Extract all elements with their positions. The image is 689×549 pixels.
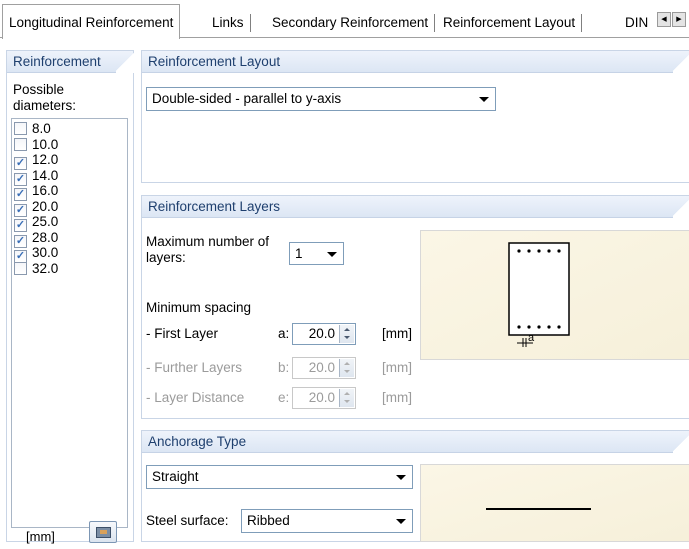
reinforcement-layout-panel: Reinforcement Layout Double-sided - para… — [141, 50, 689, 183]
chevron-down-icon — [479, 97, 489, 102]
min-spacing-label: Minimum spacing — [146, 300, 252, 315]
layers-preview: a — [420, 230, 689, 360]
diameter-item[interactable]: ✓ 25.0 — [14, 214, 59, 232]
arrow-right-icon: ▶ — [676, 16, 682, 23]
diameter-checkbox[interactable] — [14, 122, 27, 135]
first-layer-symbol: a: — [278, 326, 290, 341]
image-edit-icon — [96, 527, 111, 538]
first-layer-label: - First Layer — [146, 326, 219, 341]
tab-links[interactable]: Links — [206, 14, 251, 32]
first-layer-spinner[interactable]: 20.0 — [292, 323, 356, 345]
first-layer-value: 20.0 — [308, 326, 335, 341]
diameter-item[interactable]: 32.0 — [14, 261, 58, 276]
max-layers-value: 1 — [295, 246, 303, 261]
steel-surface-value: Ribbed — [247, 513, 290, 528]
anchorage-preview — [420, 464, 689, 542]
diameter-item[interactable]: 8.0 — [14, 121, 51, 136]
anchorage-header: Anchorage Type — [142, 431, 689, 453]
layer-distance-value: 20.0 — [308, 390, 335, 405]
tab-reinforcement-layout[interactable]: Reinforcement Layout — [437, 14, 583, 32]
diameter-item[interactable]: ✓ 30.0 — [14, 245, 59, 263]
layer-distance-spinner: 20.0 — [292, 387, 356, 409]
spin-down-icon — [344, 370, 350, 373]
steel-surface-label: Steel surface: — [146, 513, 229, 528]
diameter-value: 28.0 — [32, 229, 59, 245]
further-layers-unit: [mm] — [382, 360, 412, 375]
reinforcement-layers-header-label: Reinforcement Layers — [148, 199, 281, 214]
reinforcement-layout-header-label: Reinforcement Layout — [148, 54, 281, 69]
spinner-buttons — [339, 359, 354, 377]
cross-section-diagram: a — [508, 242, 570, 347]
spin-down-icon — [344, 400, 350, 403]
further-layers-value: 20.0 — [308, 360, 335, 375]
tab-longitudinal-reinforcement[interactable]: Longitudinal Reinforcement — [2, 4, 181, 39]
reinforcement-layers-header: Reinforcement Layers — [142, 196, 689, 218]
spin-up-icon — [344, 392, 350, 395]
dimension-a-label: a — [528, 332, 535, 344]
possible-diameters-label: Possible diameters: — [13, 82, 77, 113]
anchorage-type-select[interactable]: Straight — [146, 465, 413, 489]
unit-label: [mm] — [26, 529, 55, 544]
straight-bar-diagram — [486, 508, 591, 510]
chevron-down-icon — [396, 475, 406, 480]
layer-distance-symbol: e: — [278, 390, 290, 405]
max-layers-label: Maximum number of layers: — [146, 234, 270, 265]
diameter-item[interactable]: ✓ 28.0 — [14, 229, 59, 248]
diameter-value: 25.0 — [32, 214, 59, 229]
further-layers-label: - Further Layers — [146, 360, 243, 375]
reinforcement-header-label: Reinforcement — [13, 54, 101, 69]
layer-distance-unit: [mm] — [382, 390, 412, 405]
anchorage-header-label: Anchorage Type — [148, 434, 247, 449]
reinforcement-layout-header: Reinforcement Layout — [142, 51, 689, 73]
chevron-down-icon — [396, 519, 406, 524]
tab-scroll-right-button[interactable]: ▶ — [672, 12, 686, 27]
steel-surface-select[interactable]: Ribbed — [241, 509, 413, 533]
spin-up-icon[interactable] — [344, 328, 350, 331]
layer-distance-label: - Layer Distance — [146, 390, 245, 405]
further-layers-symbol: b: — [278, 360, 290, 375]
chevron-down-icon — [327, 252, 337, 257]
layout-select-value: Double-sided - parallel to y-axis — [152, 91, 342, 106]
diameter-item[interactable]: ✓ 12.0 — [14, 152, 59, 170]
reinforcement-header: Reinforcement — [7, 51, 134, 73]
tab-strip: Longitudinal Reinforcement Links Seconda… — [0, 0, 689, 39]
reinforcement-panel: Reinforcement Possible diameters: 8.0 10.… — [6, 50, 134, 544]
anchorage-panel: Anchorage Type Straight Steel surface: R… — [141, 430, 689, 542]
diameter-value: 8.0 — [32, 121, 51, 136]
diameter-item[interactable]: ✓ 14.0 — [14, 167, 59, 186]
reinforcement-layers-panel: Reinforcement Layers Maximum number of l… — [141, 195, 689, 419]
edit-diameters-button[interactable] — [89, 521, 117, 543]
max-layers-select[interactable]: 1 — [289, 242, 344, 265]
layout-select[interactable]: Double-sided - parallel to y-axis — [146, 87, 496, 111]
tab-din[interactable]: DIN — [619, 14, 657, 32]
diameter-item[interactable]: ✓ 20.0 — [14, 198, 59, 217]
arrow-left-icon: ◀ — [661, 16, 667, 23]
diameter-checkbox[interactable] — [14, 261, 27, 275]
diameter-value: 14.0 — [32, 167, 59, 183]
diameter-list[interactable]: 8.0 10.0 ✓ 12.0 ✓ 14.0 ✓ 16.0 ✓ 20.0 ✓ 25.0 ✓ 28.0 ✓ 30… — [11, 118, 128, 528]
tab-secondary-reinforcement[interactable]: Secondary Reinforcement — [266, 14, 436, 32]
diameter-value: 20.0 — [32, 198, 59, 214]
anchorage-type-value: Straight — [152, 469, 199, 484]
spin-down-icon[interactable] — [344, 336, 350, 339]
diameter-value: 16.0 — [32, 183, 59, 198]
diameter-item[interactable]: ✓ 16.0 — [14, 183, 59, 201]
diameter-value: 10.0 — [32, 136, 59, 152]
diameter-value: 12.0 — [32, 152, 59, 167]
tab-scroll-left-button[interactable]: ◀ — [657, 12, 671, 27]
spinner-buttons[interactable] — [339, 325, 354, 343]
spin-up-icon — [344, 362, 350, 365]
spinner-buttons — [339, 389, 354, 407]
first-layer-unit: [mm] — [382, 326, 412, 341]
diameter-checkbox[interactable] — [14, 137, 27, 151]
diameter-value: 30.0 — [32, 245, 59, 260]
diameter-item[interactable]: 10.0 — [14, 137, 58, 152]
further-layers-spinner: 20.0 — [292, 357, 356, 379]
diameter-value: 32.0 — [32, 260, 59, 276]
